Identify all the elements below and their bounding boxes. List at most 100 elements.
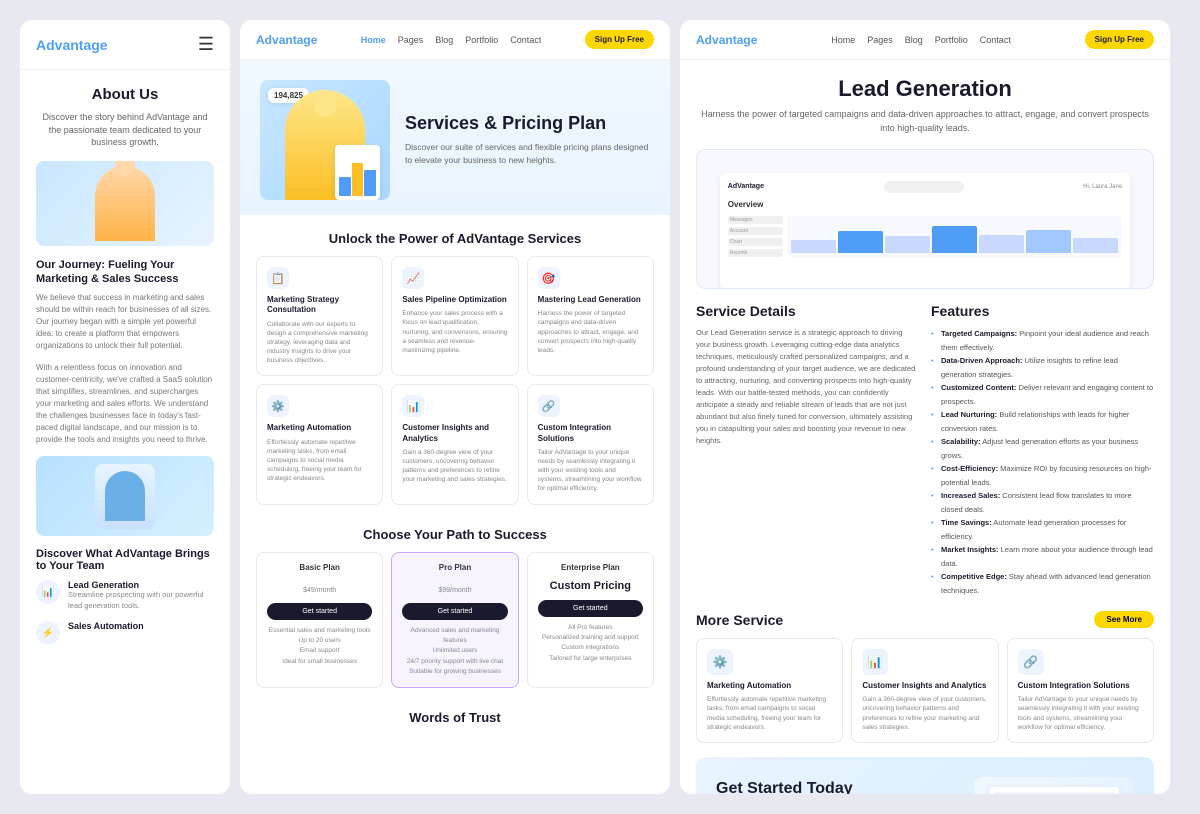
plan-basic-name: Basic Plan (267, 563, 372, 572)
journey-title: Our Journey: Fueling Your Marketing & Sa… (36, 258, 214, 287)
journey-desc2: With a relentless focus on innovation an… (36, 362, 214, 446)
words-title: Words of Trust (240, 698, 670, 733)
plan-pro-features: Advanced sales and marketing features Un… (402, 626, 507, 678)
plan-enterprise-btn[interactable]: Get started (538, 600, 643, 617)
about-title: About Us (36, 86, 214, 103)
details-features-row: Service Details Our Lead Generation serv… (696, 303, 1154, 597)
nav-blog[interactable]: Blog (435, 35, 453, 45)
plan-basic: Basic Plan $49/month Get started Essenti… (256, 552, 383, 689)
feature-list-item: Data-Driven Approach: Utilize insights t… (931, 354, 1154, 381)
dash-bar (791, 240, 836, 253)
nav-portfolio[interactable]: Portfolio (465, 35, 498, 45)
get-started-device (974, 777, 1134, 794)
mid-logo: Advantage (256, 33, 317, 47)
plan-basic-price: $49/month (267, 576, 372, 597)
dashboard-inner: AdVantage Hi, Laura Jane Overview Messag… (720, 173, 1130, 289)
pricing-grid: Basic Plan $49/month Get started Essenti… (256, 552, 654, 689)
more-service-1: 📊 Customer Insights and Analytics Gain a… (851, 638, 998, 743)
dash-main-row: Messages Account Chart Reports (728, 216, 1122, 257)
mid-header: Advantage Home Pages Blog Portfolio Cont… (240, 20, 670, 60)
mid-content: 194,825 Services & Pricing Plan Discover… (240, 60, 670, 794)
service-details-desc: Our Lead Generation service is a strateg… (696, 327, 919, 447)
plan-basic-features: Essential sales and marketing tools Up t… (267, 626, 372, 668)
dash-bar (979, 235, 1024, 253)
pricing-section: Choose Your Path to Success Basic Plan $… (240, 517, 670, 699)
hero-section: 194,825 Services & Pricing Plan Discover… (240, 60, 670, 215)
service-desc-2: Harness the power of targeted campaigns … (538, 309, 643, 354)
dashboard-preview: AdVantage Hi, Laura Jane Overview Messag… (696, 149, 1154, 289)
more-service-header: More Service See More (696, 611, 1154, 628)
feature-list: Targeted Campaigns: Pinpoint your ideal … (931, 327, 1154, 597)
left-panel: Advantage ☰ About Us Discover the story … (20, 20, 230, 794)
nav-contact[interactable]: Contact (510, 35, 541, 45)
dash-user: Hi, Laura Jane (1083, 184, 1122, 190)
right-nav-contact[interactable]: Contact (980, 35, 1011, 45)
service-desc-1: Enhance your sales process with a focus … (402, 309, 507, 354)
device-row-1 (994, 792, 1114, 794)
dash-chart: Chart (728, 238, 783, 246)
dash-bar (1073, 238, 1118, 253)
services-grid: 📋 Marketing Strategy Consultation Collab… (240, 256, 670, 517)
service-icon-2: 🎯 (538, 267, 560, 289)
service-details: Service Details Our Lead Generation serv… (696, 303, 919, 597)
get-started-section: Get Started Today Join us on this exciti… (696, 757, 1154, 794)
right-header: Advantage Home Pages Blog Portfolio Cont… (680, 20, 1170, 60)
service-desc-4: Gain a 360-degree view of your customers… (402, 448, 507, 484)
mid-nav: Home Pages Blog Portfolio Contact (361, 35, 542, 45)
dash-overview-label: Overview (728, 200, 1122, 209)
about-desc: Discover the story behind AdVantage and … (36, 111, 214, 149)
plan-enterprise: Enterprise Plan Custom Pricing Get start… (527, 552, 654, 689)
get-started-text: Get Started Today Join us on this exciti… (716, 780, 896, 794)
right-nav-home[interactable]: Home (831, 35, 855, 45)
service-desc-5: Tailor AdVantage to your unique needs by… (538, 448, 643, 493)
service-card-5: 🔗 Custom Integration Solutions Tailor Ad… (527, 384, 654, 504)
right-nav-blog[interactable]: Blog (905, 35, 923, 45)
plan-basic-btn[interactable]: Get started (267, 603, 372, 620)
dash-logo: AdVantage (728, 183, 764, 190)
more-service-title-2: Custom Integration Solutions (1018, 681, 1143, 691)
plan-pro: Pro Plan $99/month Get started Advanced … (391, 552, 518, 689)
feature-list-item: Customized Content: Deliver relevant and… (931, 381, 1154, 408)
service-icon-3: ⚙️ (267, 395, 289, 417)
more-service-icon-2: 🔗 (1018, 649, 1044, 675)
dash-chart-area (787, 216, 1122, 257)
right-nav-pages[interactable]: Pages (867, 35, 893, 45)
more-service-desc-1: Gain a 360-degree view of your customers… (862, 695, 987, 731)
plan-pro-btn[interactable]: Get started (402, 603, 507, 620)
service-details-title: Service Details (696, 303, 919, 319)
dash-bar (932, 226, 977, 252)
mid-cta-button[interactable]: Sign Up Free (585, 30, 654, 49)
about-image (36, 161, 214, 246)
service-title-0: Marketing Strategy Consultation (267, 295, 372, 316)
left-content: About Us Discover the story behind AdVan… (20, 70, 230, 671)
journey-image (36, 456, 214, 536)
service-title-1: Sales Pipeline Optimization (402, 295, 507, 305)
nav-pages[interactable]: Pages (398, 35, 424, 45)
right-nav-portfolio[interactable]: Portfolio (935, 35, 968, 45)
see-more-button[interactable]: See More (1094, 611, 1154, 628)
dash-bar (838, 231, 883, 252)
get-started-title: Get Started Today (716, 780, 896, 794)
features-title: Features (931, 303, 1154, 319)
feature-list-item: Market Insights: Learn more about your a… (931, 543, 1154, 570)
hero-image: 194,825 (260, 80, 390, 200)
hero-text: Services & Pricing Plan Discover our sui… (405, 113, 650, 166)
device-screen (989, 787, 1119, 794)
discover-title: Discover What AdVantage Brings to Your T… (36, 548, 214, 572)
service-title-5: Custom Integration Solutions (538, 423, 643, 444)
feature-sales-auto: ⚡ Sales Automation (36, 621, 214, 645)
service-icon-0: 📋 (267, 267, 289, 289)
right-cta-button[interactable]: Sign Up Free (1085, 30, 1154, 49)
more-service-icon-0: ⚙️ (707, 649, 733, 675)
menu-icon[interactable]: ☰ (198, 34, 214, 55)
service-desc-3: Effortlessly automate repetitive marketi… (267, 438, 372, 483)
dash-bar (885, 236, 930, 253)
service-card-2: 🎯 Mastering Lead Generation Harness the … (527, 256, 654, 376)
plan-enterprise-name: Enterprise Plan (538, 563, 643, 572)
more-service-title: More Service (696, 612, 783, 628)
nav-home[interactable]: Home (361, 35, 386, 45)
feature-list-item: Increased Sales: Consistent lead flow tr… (931, 489, 1154, 516)
service-title-2: Mastering Lead Generation (538, 295, 643, 305)
middle-panel: Advantage Home Pages Blog Portfolio Cont… (240, 20, 670, 794)
more-service-2: 🔗 Custom Integration Solutions Tailor Ad… (1007, 638, 1154, 743)
